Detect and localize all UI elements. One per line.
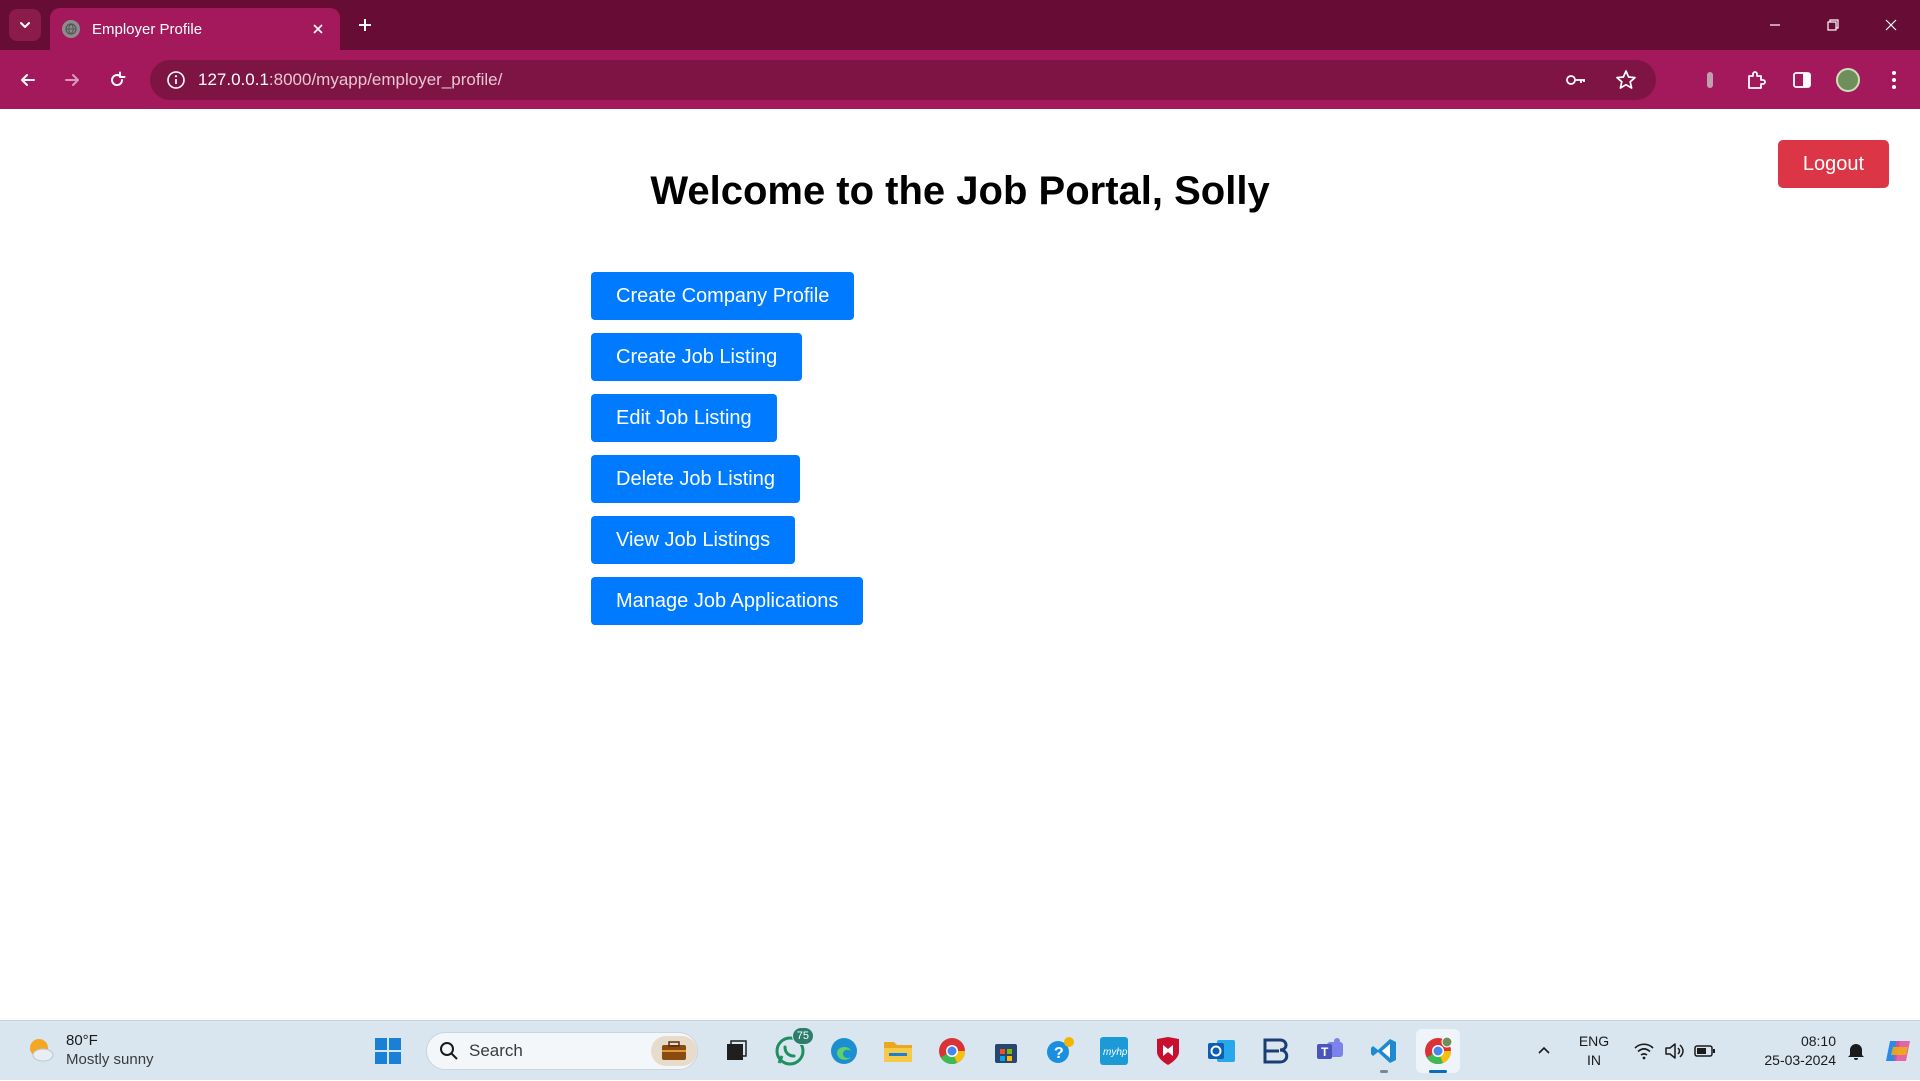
delete-job-listing-button[interactable]: Delete Job Listing: [591, 455, 800, 503]
weather-temp: 80°F: [66, 1032, 98, 1049]
url-host: 127.0.0.1: [198, 70, 269, 89]
get-help-icon[interactable]: ?: [1038, 1029, 1082, 1073]
more-menu-icon[interactable]: [1878, 64, 1910, 96]
clock[interactable]: 08:10 25-03-2024: [1726, 1021, 1836, 1081]
windows-logo-icon: [375, 1038, 401, 1064]
edge-icon[interactable]: [822, 1029, 866, 1073]
vscode-running-indicator: [1380, 1070, 1388, 1073]
close-icon: [313, 24, 323, 34]
copilot-icon[interactable]: [1876, 1021, 1920, 1081]
close-icon: [1885, 19, 1897, 31]
weather-desc: Mostly sunny: [66, 1051, 154, 1068]
browser-tab-strip: Employer Profile: [0, 0, 1920, 50]
page-title: Welcome to the Job Portal, Solly: [650, 169, 1270, 213]
svg-text:myhp: myhp: [1103, 1047, 1128, 1058]
reload-icon: [111, 71, 126, 87]
globe-icon: [62, 20, 80, 38]
lang-line2: IN: [1587, 1052, 1601, 1068]
search-icon: [440, 1042, 458, 1060]
whatsapp-badge: 75: [791, 1027, 814, 1045]
file-explorer-icon[interactable]: [876, 1029, 920, 1073]
toolbar-right: [1694, 64, 1910, 96]
view-job-listings-button[interactable]: View Job Listings: [591, 516, 796, 564]
search-label: Search: [469, 1041, 523, 1060]
clock-time: 08:10: [1800, 1033, 1836, 1049]
svg-text:?: ?: [1054, 1045, 1064, 1062]
briefcase-icon: [651, 1036, 697, 1066]
windows-taskbar: 80°F Mostly sunny Search 75 ? myhp T ENG…: [0, 1020, 1920, 1080]
taskbar-search[interactable]: Search: [426, 1032, 698, 1070]
clock-date: 25-03-2024: [1764, 1052, 1836, 1068]
svg-text:T: T: [1321, 1045, 1329, 1059]
extensions-puzzle-icon[interactable]: [1740, 64, 1772, 96]
start-button[interactable]: [366, 1029, 410, 1073]
chevron-up-icon: [1538, 1046, 1550, 1054]
lang-line1: ENG: [1578, 1033, 1610, 1049]
window-controls: [1746, 0, 1920, 50]
microsoft-store-icon[interactable]: [984, 1029, 1028, 1073]
address-bar-actions: [1560, 60, 1642, 100]
forward-button[interactable]: [56, 64, 88, 96]
bookmark-star-icon[interactable]: [1610, 64, 1642, 96]
close-window-button[interactable]: [1862, 0, 1920, 50]
chrome-active-icon[interactable]: [1416, 1029, 1460, 1073]
b-app-icon[interactable]: [1254, 1029, 1298, 1073]
plus-icon: [359, 19, 371, 31]
battery-icon: [1694, 1045, 1715, 1057]
minimize-icon: [1770, 24, 1780, 26]
show-hidden-icons-button[interactable]: [1524, 1021, 1564, 1081]
mcafee-icon[interactable]: [1146, 1029, 1190, 1073]
whatsapp-icon[interactable]: 75: [768, 1027, 814, 1073]
url-path: :8000/myapp/employer_profile/: [268, 70, 503, 89]
system-tray: ENG IN 08:10 25-03-2024: [1524, 1021, 1920, 1081]
language-indicator[interactable]: ENG IN: [1564, 1021, 1624, 1081]
create-job-listing-button[interactable]: Create Job Listing: [591, 333, 803, 381]
edit-job-listing-button[interactable]: Edit Job Listing: [591, 394, 777, 442]
chevron-down-icon: [20, 22, 30, 28]
tab-title: Employer Profile: [92, 20, 203, 38]
address-bar[interactable]: 127.0.0.1:8000/myapp/employer_profile/: [150, 60, 1656, 100]
chrome-icon[interactable]: [930, 1029, 974, 1073]
teams-icon[interactable]: T: [1308, 1029, 1352, 1073]
arrow-right-icon: [65, 74, 79, 86]
weather-widget[interactable]: 80°F Mostly sunny: [26, 1031, 154, 1069]
manage-job-applications-button[interactable]: Manage Job Applications: [591, 577, 864, 625]
wifi-icon: [1634, 1043, 1654, 1060]
reload-button[interactable]: [101, 64, 133, 96]
employer-actions: Create Company Profile Create Job Listin…: [591, 272, 864, 638]
profile-avatar[interactable]: [1832, 64, 1864, 96]
restore-button[interactable]: [1804, 0, 1862, 50]
tab-close-button[interactable]: [308, 19, 328, 39]
tab-search-button[interactable]: [9, 9, 41, 41]
volume-icon: [1665, 1043, 1684, 1059]
myhp-icon[interactable]: myhp: [1092, 1029, 1136, 1073]
notification-bell-icon[interactable]: [1836, 1021, 1876, 1081]
side-panel-icon[interactable]: [1786, 64, 1818, 96]
chrome-running-indicator: [1429, 1070, 1447, 1073]
browser-toolbar: 127.0.0.1:8000/myapp/employer_profile/: [0, 50, 1920, 109]
page-content: Logout Welcome to the Job Portal, Solly …: [0, 109, 1920, 1020]
extension-icon[interactable]: [1694, 64, 1726, 96]
taskbar-apps: Search 75 ? myhp T: [366, 1027, 1460, 1073]
password-key-icon[interactable]: [1560, 64, 1592, 96]
back-button[interactable]: [12, 64, 44, 96]
sun-cloud-icon: [26, 1035, 56, 1065]
network-sound-battery[interactable]: [1624, 1021, 1726, 1081]
restore-icon: [1827, 19, 1839, 31]
site-info-icon[interactable]: [156, 60, 196, 100]
new-tab-button[interactable]: [352, 12, 378, 38]
outlook-icon[interactable]: [1200, 1029, 1244, 1073]
browser-tab-active[interactable]: Employer Profile: [50, 8, 340, 50]
task-view-icon[interactable]: [714, 1029, 758, 1073]
create-company-profile-button[interactable]: Create Company Profile: [591, 272, 855, 320]
minimize-button[interactable]: [1746, 0, 1804, 50]
vscode-icon[interactable]: [1362, 1029, 1406, 1073]
arrow-left-icon: [21, 74, 35, 86]
